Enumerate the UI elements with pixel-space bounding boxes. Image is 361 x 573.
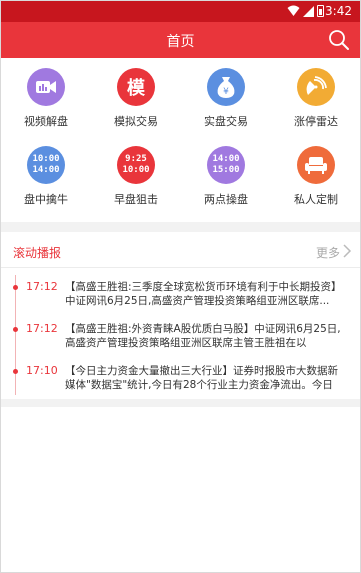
grid-item-two-pm-trading[interactable]: 14:00 15:00 两点操盘 <box>181 136 271 208</box>
grid-item-simulated-trading[interactable]: 模 模拟交易 <box>91 58 181 130</box>
battery-icon <box>317 5 324 17</box>
grid-label: 实盘交易 <box>204 115 248 128</box>
mo-character-icon: 模 <box>117 68 155 106</box>
news-time: 17:10 <box>26 364 58 377</box>
grid-label: 早盘狙击 <box>114 193 158 206</box>
grid-label: 模拟交易 <box>114 115 158 128</box>
grid-label: 私人定制 <box>294 193 338 206</box>
section-divider <box>1 222 360 232</box>
radar-icon <box>297 68 335 106</box>
timeline-dot <box>13 285 18 290</box>
grid-label: 视频解盘 <box>24 115 68 128</box>
news-text: 【今日主力资金大量撤出三大行业】证券时报股市大数据新媒体"数据宝"统计,今日有2… <box>65 365 338 391</box>
app-header: 首页 <box>1 22 360 58</box>
news-item[interactable]: 17:10 【今日主力资金大量撤出三大行业】证券时报股市大数据新媒体"数据宝"统… <box>1 357 360 401</box>
section-divider <box>1 399 360 407</box>
chevron-right-icon[interactable] <box>342 244 352 258</box>
news-text: 【高盛王胜祖:外资青睐A股优质白马股】中证网讯6月25日,高盛资产管理投资策略组… <box>65 323 341 349</box>
grid-label: 盘中擒牛 <box>24 193 68 206</box>
search-icon[interactable] <box>328 29 350 51</box>
clock-icon: 14:00 15:00 <box>207 146 245 184</box>
grid-item-private-custom[interactable]: 私人定制 <box>271 136 360 208</box>
grid-item-real-trading[interactable]: ¥ 实盘交易 <box>181 58 271 130</box>
grid-label: 涨停雷达 <box>294 115 338 128</box>
grid-item-limit-up-radar[interactable]: 涨停雷达 <box>271 58 360 130</box>
news-item[interactable]: 17:12 【高盛王胜祖:三季度全球宽松货币环境有利于中长期投资】中证网讯6月2… <box>1 273 360 317</box>
timeline-dot <box>13 369 18 374</box>
news-time: 17:12 <box>26 322 58 335</box>
grid-item-video[interactable]: 视频解盘 <box>1 58 91 130</box>
status-time: 3:42 <box>325 4 352 18</box>
news-text: 【高盛王胜祖:三季度全球宽松货币环境有利于中长期投资】中证网讯6月25日,高盛资… <box>65 281 342 307</box>
news-section-title: 滚动播报 <box>13 246 62 260</box>
news-time: 17:12 <box>26 280 58 293</box>
feature-grid: 视频解盘 模 模拟交易 ¥ 实盘交易 涨停雷达 10:00 14:00 盘中擒牛… <box>1 58 360 218</box>
grid-label: 两点操盘 <box>204 193 248 206</box>
news-item[interactable]: 17:12 【高盛王胜祖:外资青睐A股优质白马股】中证网讯6月25日,高盛资产管… <box>1 315 360 359</box>
app-screen: 3:42 首页 视频解盘 模 模拟交易 ¥ 实盘交易 涨停雷达 10:00 14… <box>0 0 361 573</box>
status-bar: 3:42 <box>1 1 360 22</box>
signal-icon <box>303 6 314 17</box>
grid-item-morning-snipe[interactable]: 9:25 10:00 早盘狙击 <box>91 136 181 208</box>
svg-text:¥: ¥ <box>223 87 229 97</box>
clock-icon: 10:00 14:00 <box>27 146 65 184</box>
sofa-icon <box>297 146 335 184</box>
wifi-icon <box>287 5 300 16</box>
clock-icon: 9:25 10:00 <box>117 146 155 184</box>
video-camera-icon <box>27 68 65 106</box>
news-header: 滚动播报 更多 <box>1 234 360 268</box>
money-bag-icon: ¥ <box>207 68 245 106</box>
grid-item-intraday-bull[interactable]: 10:00 14:00 盘中擒牛 <box>1 136 91 208</box>
news-list: 17:12 【高盛王胜祖:三季度全球宽松货币环境有利于中长期投资】中证网讯6月2… <box>1 269 360 399</box>
more-link[interactable]: 更多 <box>316 244 340 261</box>
timeline-dot <box>13 327 18 332</box>
page-title: 首页 <box>166 34 195 50</box>
